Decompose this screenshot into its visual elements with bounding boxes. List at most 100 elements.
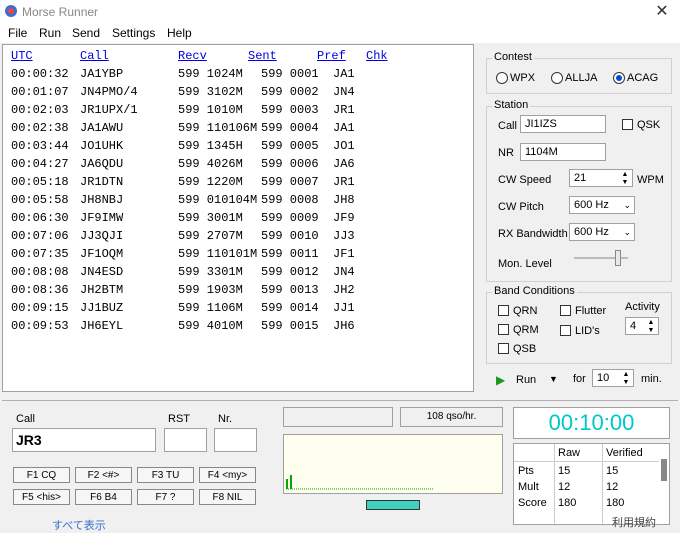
flutter-checkbox[interactable] [560,305,571,316]
mon-level-label: Mon. Level [498,258,552,270]
log-row[interactable]: 00:02:38 JA1AWU 599 110106M 599 0004 JA1 [3,121,473,139]
contest-radio-wpx[interactable] [496,72,508,84]
log-cell-recv: 599 110106M [178,121,258,135]
menu-help[interactable]: Help [167,26,192,40]
mon-level-slider[interactable] [614,250,621,266]
log-row[interactable]: 00:00:32 JA1YBP 599 1024M 599 0001 JA1 [3,67,473,85]
log-header-recv[interactable]: Recv [178,49,207,63]
cw-speed-spinner[interactable]: 21 ▲ ▼ [569,169,633,187]
log-row[interactable]: 00:08:36 JH2BTM 599 1903M 599 0013 JH2 [3,283,473,301]
log-cell-recv: 599 1903M [178,283,243,297]
log-cell-pref: JR1 [333,175,355,189]
contest-radio-allja[interactable] [551,72,563,84]
entry-rst-input[interactable] [164,428,207,452]
log-row[interactable]: 00:04:27 JA6QDU 599 4026M 599 0006 JA6 [3,157,473,175]
log-row[interactable]: 00:05:18 JR1DTN 599 1220M 599 0007 JR1 [3,175,473,193]
title-bar: Morse Runner ✕ [0,0,680,24]
app-icon [4,4,18,18]
log-cell-recv: 599 4010M [178,319,243,333]
log-cell-utc: 00:05:58 [11,193,69,207]
run-play-icon[interactable]: ▶ [496,373,505,387]
log-row[interactable]: 00:08:08 JN4ESD 599 3301M 599 0012 JN4 [3,265,473,283]
score-label-pts: Pts [518,465,534,477]
log-cell-recv: 599 3001M [178,211,243,225]
log-row[interactable]: 00:02:03 JR1UPX/1 599 1010M 599 0003 JR1 [3,103,473,121]
qsk-checkbox[interactable] [622,119,633,130]
qrn-checkbox[interactable] [498,305,509,316]
log-row[interactable]: 00:01:07 JN4PMO/4 599 3102M 599 0002 JN4 [3,85,473,103]
log-cell-sent: 599 0007 [261,175,319,189]
log-cell-pref: JN4 [333,85,355,99]
qso-log[interactable]: UTC Call Recv Sent Pref Chk 00:00:32 JA1Y… [2,44,474,392]
log-header-chk[interactable]: Chk [366,49,388,63]
rx-bandwidth-select[interactable]: 600 Hz ⌄ [569,223,635,241]
log-header-call[interactable]: Call [80,49,109,63]
log-row[interactable]: 00:07:06 JJ3QJI 599 2707M 599 0010 JJ3 [3,229,473,247]
contest-option-allja[interactable]: ALLJA [565,72,597,84]
qrm-checkbox[interactable] [498,324,509,335]
log-row[interactable]: 00:09:53 JH6EYL 599 4010M 599 0015 JH6 [3,319,473,337]
contest-option-wpx[interactable]: WPX [510,72,535,84]
log-cell-pref: JH6 [333,319,355,333]
log-cell-recv: 599 2707M [178,229,243,243]
spin-up-icon[interactable]: ▲ [619,171,631,178]
rx-bandwidth-value: 600 Hz [574,226,609,238]
contest-label: Contest [492,51,534,63]
log-cell-recv: 599 110101M [178,247,258,261]
log-row[interactable]: 00:05:58 JH8NBJ 599 010104M 599 0008 JH8 [3,193,473,211]
log-cell-sent: 599 0015 [261,319,319,333]
log-header-pref[interactable]: Pref [317,49,346,63]
f8-nil-button[interactable]: F8 NIL [199,489,256,505]
spin-up-icon[interactable]: ▲ [645,319,657,326]
log-cell-utc: 00:09:53 [11,319,69,333]
spin-down-icon[interactable]: ▼ [619,179,631,186]
station-label: Station [492,99,531,111]
entry-call-input[interactable]: JR3 [12,428,156,452]
run-button[interactable]: Run [516,374,536,386]
station-nr-input[interactable]: 1104M [520,143,606,161]
f7-query-button[interactable]: F7 ? [137,489,194,505]
menu-send[interactable]: Send [72,26,100,40]
f6-b4-button[interactable]: F6 B4 [75,489,132,505]
f5-his-button[interactable]: F5 <his> [13,489,70,505]
station-call-input[interactable]: JI1IZS [520,115,606,133]
menu-settings[interactable]: Settings [112,26,155,40]
run-minutes-spinner[interactable]: 10 ▲ ▼ [592,369,634,387]
entry-nr-input[interactable] [214,428,257,452]
f4-my-button[interactable]: F4 <my> [199,467,256,483]
f3-tu-button[interactable]: F3 TU [137,467,194,483]
log-cell-utc: 00:09:15 [11,301,69,315]
log-cell-sent: 599 0012 [261,265,319,279]
cw-pitch-select[interactable]: 600 Hz ⌄ [569,196,635,214]
band-map-scroll-thumb[interactable] [366,500,420,510]
close-icon[interactable]: ✕ [652,2,672,22]
log-cell-sent: 599 0009 [261,211,319,225]
spin-down-icon[interactable]: ▼ [620,379,632,386]
activity-spinner[interactable]: 4 ▲ ▼ [625,317,659,335]
score-scrollbar[interactable] [661,459,667,481]
menu-run[interactable]: Run [39,26,61,40]
lids-checkbox[interactable] [560,325,571,336]
log-row[interactable]: 00:06:30 JF9IMW 599 3001M 599 0009 JF9 [3,211,473,229]
log-row[interactable]: 00:03:44 JO1UHK 599 1345H 599 0005 JO1 [3,139,473,157]
f2-nr-button[interactable]: F2 <#> [75,467,132,483]
f1-cq-button[interactable]: F1 CQ [13,467,70,483]
log-row[interactable]: 00:09:15 JJ1BUZ 599 1106M 599 0014 JJ1 [3,301,473,319]
contest-radio-acag[interactable] [613,72,625,84]
menu-bar: File Run Send Settings Help [0,24,680,43]
score-header-raw: Raw [558,447,581,459]
log-cell-pref: JN4 [333,265,355,279]
log-cell-call: JJ3QJI [80,229,124,243]
log-cell-utc: 00:01:07 [11,85,69,99]
run-dropdown-icon[interactable]: ▼ [549,374,558,384]
qsb-checkbox[interactable] [498,343,509,354]
contest-option-acag[interactable]: ACAG [627,72,658,84]
spin-down-icon[interactable]: ▼ [645,327,657,334]
spin-up-icon[interactable]: ▲ [620,371,632,378]
log-row[interactable]: 00:07:35 JF1OQM 599 110101M 599 0011 JF1 [3,247,473,265]
log-header-sent[interactable]: Sent [248,49,277,63]
menu-file[interactable]: File [8,26,27,40]
log-cell-call: JH8NBJ [80,193,124,207]
log-cell-recv: 599 1220M [178,175,243,189]
log-header-utc[interactable]: UTC [11,49,33,63]
